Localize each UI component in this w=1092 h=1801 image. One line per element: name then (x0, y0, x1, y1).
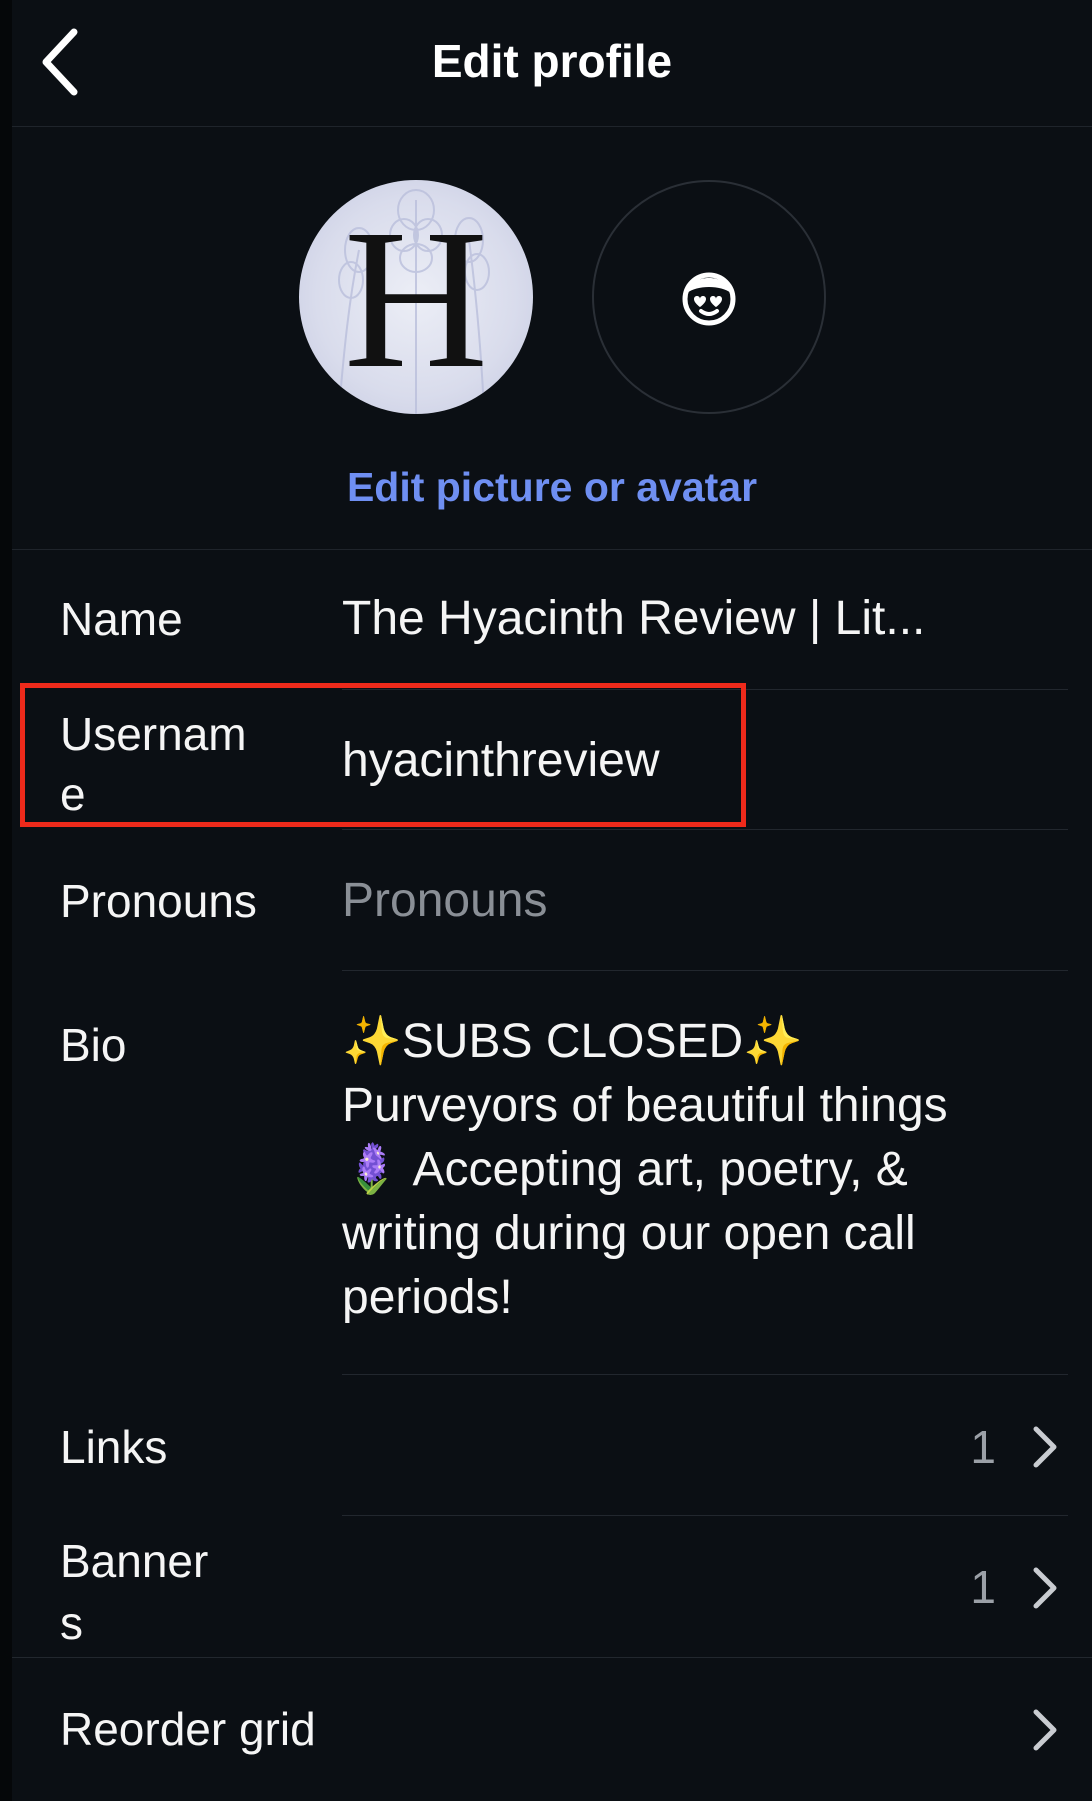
links-label: Links (60, 1421, 168, 1473)
bio-field[interactable]: ✨SUBS CLOSED✨ Purveyors of beautiful thi… (342, 1010, 1062, 1330)
name-row[interactable]: Name The Hyacinth Review | Lit... (12, 550, 1092, 690)
chevron-right-icon (1033, 1426, 1057, 1468)
top-bar: Edit profile (12, 0, 1092, 127)
username-field[interactable]: hyacinthreview (342, 732, 659, 790)
name-label: Name (60, 593, 183, 645)
edit-profile-screen: Edit profile H Edit picture or avatar Na… (12, 0, 1092, 1801)
pronouns-row[interactable]: Pronouns Pronouns (12, 830, 1092, 971)
links-count: 1 (970, 1421, 996, 1473)
avatar-face-icon (682, 272, 736, 326)
banners-count: 1 (970, 1561, 996, 1613)
avatar-option-button[interactable] (592, 180, 826, 414)
banners-label: Banner s (60, 1535, 209, 1649)
name-field[interactable]: The Hyacinth Review | Lit... (342, 590, 925, 648)
reorder-grid-row[interactable]: Reorder grid (12, 1658, 1092, 1801)
username-label: Usernam e (60, 708, 247, 820)
profile-monogram: H (343, 189, 489, 410)
pronouns-label: Pronouns (60, 875, 257, 927)
banners-row[interactable]: Banner s 1 (12, 1516, 1092, 1658)
pronouns-field[interactable]: Pronouns (342, 872, 547, 930)
profile-picture[interactable]: H (299, 180, 533, 414)
links-row[interactable]: Links 1 (12, 1375, 1092, 1516)
reorder-grid-label: Reorder grid (60, 1703, 316, 1755)
avatar-section: H Edit picture or avatar (12, 127, 1092, 550)
edit-picture-link[interactable]: Edit picture or avatar (12, 464, 1092, 511)
username-row[interactable]: Usernam e hyacinthreview (12, 690, 1092, 830)
bio-label: Bio (60, 1019, 127, 1071)
page-title: Edit profile (431, 35, 673, 87)
chevron-right-icon (1033, 1567, 1057, 1609)
left-frame-edge (0, 0, 12, 1801)
chevron-right-icon (1033, 1709, 1057, 1751)
